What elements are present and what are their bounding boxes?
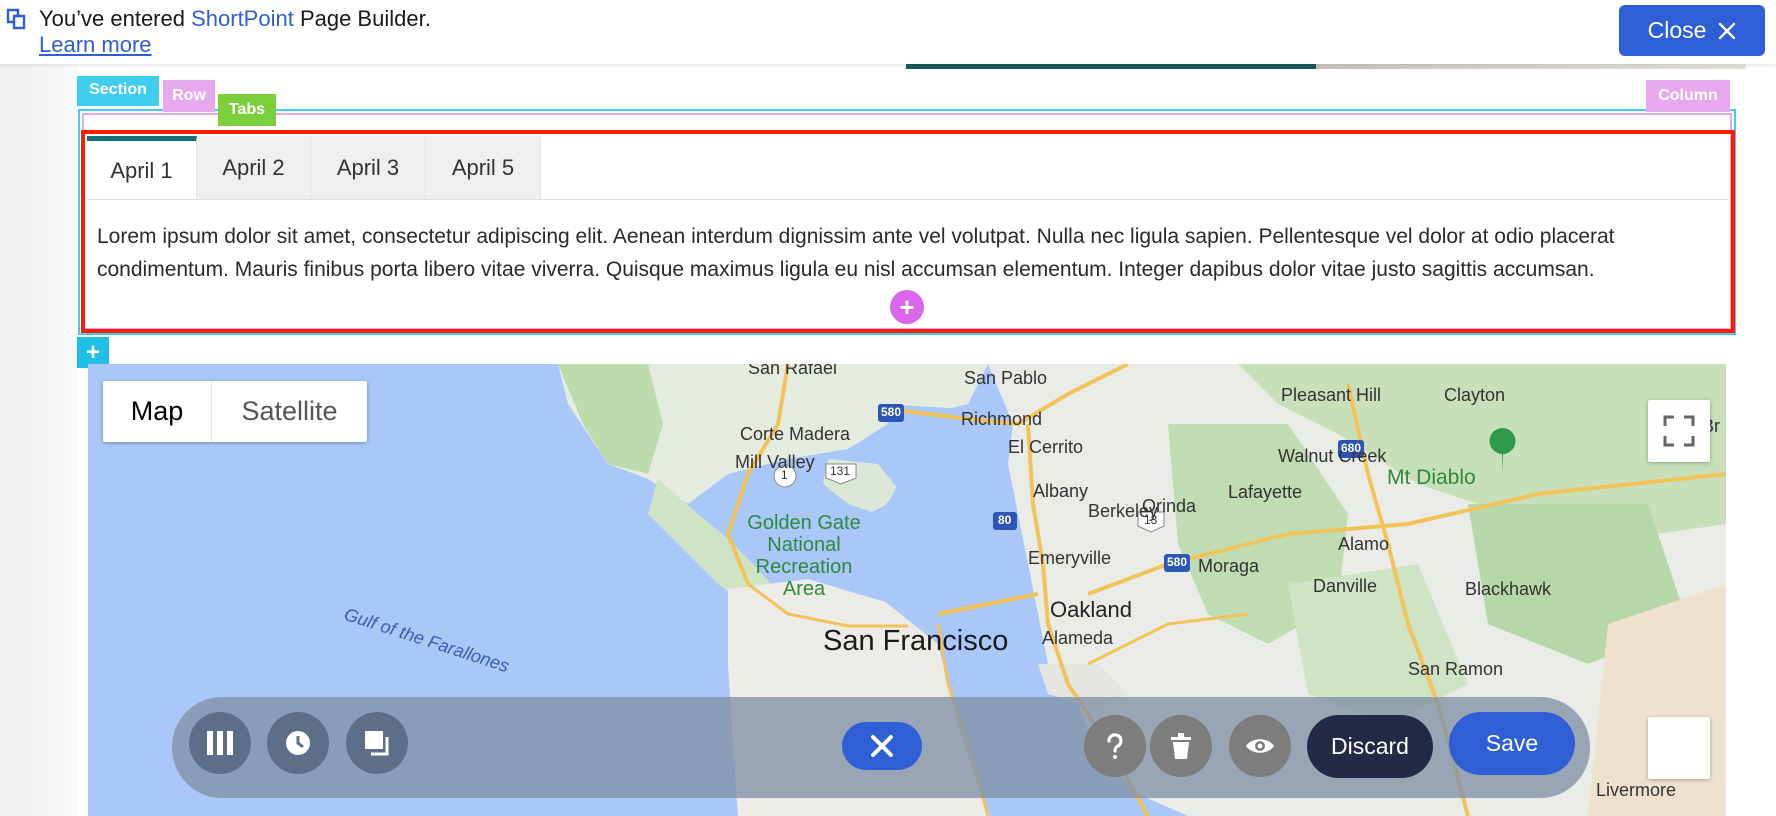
banner-message-suffix: Page Builder. <box>293 6 431 31</box>
map-label-san-pablo: San Pablo <box>964 368 1048 388</box>
map-label-richmond: Richmond <box>961 409 1043 429</box>
history-button[interactable] <box>267 712 329 774</box>
map-label-danville: Danville <box>1313 576 1378 596</box>
plus-icon: + <box>85 338 100 366</box>
map-label-mill-valley: Mill Valley <box>735 452 815 472</box>
close-icon <box>1719 22 1736 39</box>
map-shield-131: 131 <box>830 464 851 478</box>
map-label-blackhawk: Blackhawk <box>1465 579 1552 599</box>
clock-icon <box>286 731 310 755</box>
header-remnant-dark <box>906 64 1316 69</box>
map-label-san-francisco: San Francisco <box>823 625 1009 657</box>
banner-brand: ShortPoint <box>191 6 294 31</box>
close-icon <box>871 735 893 757</box>
section-label[interactable]: Section <box>77 76 159 106</box>
add-element-button[interactable]: + <box>890 290 924 324</box>
map-label-livermore: Livermore <box>1596 780 1677 800</box>
map-label-alameda: Alameda <box>1042 628 1114 648</box>
columns-icon <box>207 731 233 755</box>
question-icon <box>1107 733 1123 759</box>
map-type-map-button[interactable]: Map <box>103 381 212 442</box>
map-label-clayton: Clayton <box>1444 385 1506 405</box>
trash-icon <box>1171 733 1191 759</box>
map-label-emeryville: Emeryville <box>1028 548 1112 568</box>
map-label-albany: Albany <box>1033 481 1089 501</box>
map-shield-80: 80 <box>998 513 1012 527</box>
map-shield-580-east: 580 <box>1167 555 1188 569</box>
page-builder-screen: You’ve entered ShortPoint Page Builder. … <box>0 0 1776 816</box>
map-label-lafayette: Lafayette <box>1228 482 1303 502</box>
map-shield-680: 680 <box>1341 441 1362 455</box>
map-control-box[interactable] <box>1648 717 1710 779</box>
eye-icon <box>1246 739 1274 753</box>
map-shield-13: 13 <box>1144 513 1158 527</box>
close-button-label: Close <box>1647 17 1707 43</box>
tabs-label[interactable]: Tabs <box>218 94 276 126</box>
layers-button[interactable] <box>346 712 408 774</box>
map-label-el-cerrito: El Cerrito <box>1008 437 1084 457</box>
shortpoint-logo-icon <box>6 8 26 30</box>
preview-button[interactable] <box>1229 715 1291 777</box>
map-label-moraga: Moraga <box>1198 556 1260 576</box>
map-label-san-rafael: San Rafael <box>748 364 838 378</box>
map-label-corte-madera: Corte Madera <box>740 424 851 444</box>
map-label-alamo: Alamo <box>1338 534 1390 554</box>
map-label-mt-diablo: Mt Diablo <box>1387 466 1476 489</box>
header-remnant-grey <box>1316 64 1746 69</box>
fullscreen-button[interactable] <box>1648 400 1710 462</box>
map-label-oakland: Oakland <box>1050 597 1132 622</box>
map-type-control: Map Satellite <box>103 381 367 442</box>
map-label-san-ramon: San Ramon <box>1408 659 1504 679</box>
column-label[interactable]: Column <box>1646 80 1730 112</box>
map-label-golden-gate: Golden Gate National Recreation Area <box>747 512 861 600</box>
close-builder-button[interactable]: Close <box>1619 5 1765 56</box>
discard-button[interactable]: Discard <box>1307 715 1433 778</box>
close-toolbar-button[interactable] <box>842 722 922 770</box>
left-gutter <box>0 64 78 816</box>
copy-icon <box>365 731 389 756</box>
help-button[interactable] <box>1084 715 1146 777</box>
columns-button[interactable] <box>189 712 251 774</box>
fullscreen-icon <box>1663 415 1695 447</box>
banner-message-prefix: You’ve entered <box>39 6 192 31</box>
row-label[interactable]: Row <box>163 80 215 112</box>
map-label-pleasant-hill: Pleasant Hill <box>1281 385 1382 405</box>
plus-icon: + <box>899 291 915 322</box>
map-shield-580: 580 <box>881 405 902 419</box>
save-button[interactable]: Save <box>1449 712 1575 775</box>
map-label-walnut-creek: Walnut Creek <box>1278 446 1387 466</box>
banner-message: You’ve entered ShortPoint Page Builder. <box>39 6 431 32</box>
map-type-satellite-button[interactable]: Satellite <box>212 381 367 442</box>
learn-more-link[interactable]: Learn more <box>39 32 152 58</box>
map-shield-1: 1 <box>781 468 788 482</box>
builder-banner: You’ve entered ShortPoint Page Builder. … <box>0 0 1776 64</box>
delete-button[interactable] <box>1150 715 1212 777</box>
